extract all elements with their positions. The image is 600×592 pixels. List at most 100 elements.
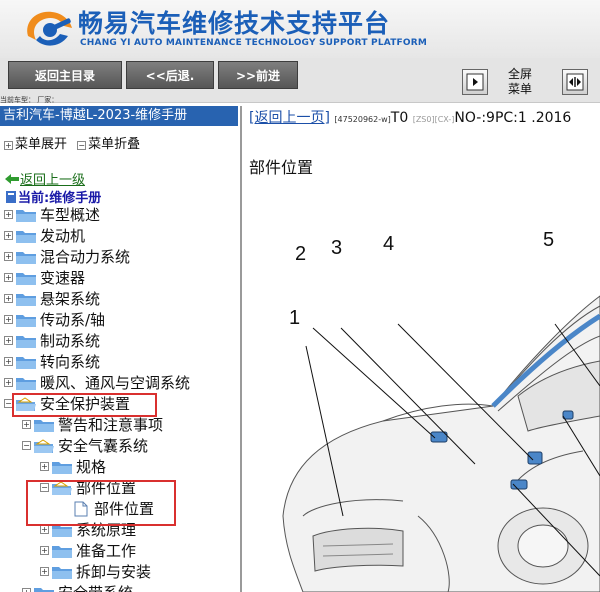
book-icon xyxy=(6,190,16,203)
expand-node-icon[interactable]: + xyxy=(4,336,13,345)
home-button[interactable]: 返回主目录 xyxy=(8,61,122,89)
t0-label: T0 xyxy=(390,110,409,126)
forward-button[interactable]: >>前进 xyxy=(218,61,298,89)
folder-icon xyxy=(34,587,54,592)
expand-node-icon[interactable]: + xyxy=(4,378,13,387)
vehicle-illustration xyxy=(282,295,600,592)
document-info-line: [返回上一页] [47520962-w]T0 [ZS0][CX-]NO-:9PC… xyxy=(249,107,571,127)
tree-item[interactable]: + 悬架系统 xyxy=(4,288,100,309)
collapse-all-icon[interactable]: − xyxy=(77,141,87,150)
folder-icon xyxy=(16,314,36,327)
tree-item[interactable]: + 混合动力系统 xyxy=(4,246,130,267)
document-code: [47520962-w] xyxy=(334,115,391,124)
tree-item[interactable]: + 车型概述 xyxy=(4,204,100,225)
tree-item-label: 转向系统 xyxy=(40,353,101,371)
tree-item[interactable]: − 安全气囊系统 xyxy=(22,435,148,456)
tree-item[interactable]: + 制动系统 xyxy=(4,330,100,351)
tree-item-label: 制动系统 xyxy=(40,332,101,350)
pane-divider[interactable] xyxy=(240,106,242,592)
open-folder-icon xyxy=(34,438,54,453)
expand-node-icon[interactable]: + xyxy=(22,420,31,429)
tree-item-label: 安全气囊系统 xyxy=(58,437,149,455)
folder-icon xyxy=(16,335,36,348)
expand-node-icon[interactable]: + xyxy=(4,315,13,324)
sidebar-toggle-icon xyxy=(466,73,484,91)
back-button[interactable]: <<后退. xyxy=(126,61,214,89)
tree-item-label: 准备工作 xyxy=(76,542,137,560)
tree-item[interactable]: + 发动机 xyxy=(4,225,85,246)
content-pane: [返回上一页] [47520962-w]T0 [ZS0][CX-]NO-:9PC… xyxy=(243,106,600,592)
expand-node-icon[interactable]: + xyxy=(40,546,49,555)
callout-4: 4 xyxy=(383,233,394,255)
folder-icon xyxy=(16,272,36,285)
app-window: 畅易汽车维修技术支持平台 CHANG YI AUTO MAINTENANCE T… xyxy=(0,0,600,592)
collapse-node-icon[interactable]: − xyxy=(22,441,31,450)
back-previous-page-link[interactable]: [返回上一页] xyxy=(249,110,330,126)
component-location-diagram: 1 2 3 4 5 xyxy=(282,229,600,592)
folder-icon xyxy=(52,566,72,579)
expand-all-icon[interactable]: + xyxy=(4,141,13,150)
expand-node-icon[interactable]: + xyxy=(40,525,49,534)
airbag-part-4 xyxy=(527,451,543,465)
tree-item-label: 传动系/轴 xyxy=(40,311,106,329)
expand-node-icon[interactable]: + xyxy=(4,210,13,219)
highlight-box-safety xyxy=(12,393,157,417)
tree-item-label: 安全带系统 xyxy=(58,582,133,592)
tree-item-label: 混合动力系统 xyxy=(40,248,131,266)
expand-node-icon[interactable]: + xyxy=(40,567,49,576)
callout-5: 5 xyxy=(543,229,554,251)
tree-item[interactable]: + 规格 xyxy=(40,456,106,477)
tree-item-label: 悬架系统 xyxy=(40,290,101,308)
back-up-link[interactable]: 返回上一级 xyxy=(4,169,85,188)
menu-expand-link[interactable]: 菜单展开 xyxy=(15,137,67,152)
tree-item[interactable]: + 准备工作 xyxy=(40,540,136,561)
folder-icon xyxy=(16,251,36,264)
tree-item[interactable]: + 变速器 xyxy=(4,267,85,288)
tree-item-label: 规格 xyxy=(76,458,107,476)
tree-item-label: 车型概述 xyxy=(40,206,101,224)
collapse-sidebar-button[interactable] xyxy=(462,69,488,95)
menu-collapse-link[interactable]: 菜单折叠 xyxy=(88,137,140,152)
menu-controls: + 菜单展开 − 菜单折叠 xyxy=(4,133,146,152)
highlight-box-component-location xyxy=(26,480,176,526)
folder-icon xyxy=(16,356,36,369)
folder-icon xyxy=(16,230,36,243)
fullscreen-icon xyxy=(566,73,584,91)
folder-icon xyxy=(52,545,72,558)
folder-icon xyxy=(16,209,36,222)
expand-node-icon[interactable]: + xyxy=(4,357,13,366)
tree-item[interactable]: + 警告和注意事项 xyxy=(22,414,163,435)
tree-item-label: 变速器 xyxy=(40,269,86,287)
back-arrow-icon xyxy=(5,173,19,184)
expand-node-icon[interactable]: + xyxy=(22,588,31,592)
expand-node-icon[interactable]: + xyxy=(4,231,13,240)
zs-code: [ZS0][CX-] xyxy=(412,115,455,124)
tree-item[interactable]: + 传动系/轴 xyxy=(4,309,105,330)
current-model-label: 当前车型： 厂家： xyxy=(0,96,59,104)
callout-1: 1 xyxy=(289,307,300,329)
expand-node-icon[interactable]: + xyxy=(4,252,13,261)
tree-item-label: 拆卸与安装 xyxy=(76,563,152,581)
callout-3: 3 xyxy=(331,237,342,259)
tree-item-label: 暖风、通风与空调系统 xyxy=(40,374,191,392)
folder-icon xyxy=(52,461,72,474)
header-banner: 畅易汽车维修技术支持平台 CHANG YI AUTO MAINTENANCE T… xyxy=(0,0,600,58)
folder-icon xyxy=(34,419,54,432)
expand-node-icon[interactable]: + xyxy=(40,462,49,471)
toolbar: 返回主目录 <<后退. >>前进 全屏 菜单 xyxy=(0,58,600,103)
fullscreen-button[interactable] xyxy=(562,69,588,95)
folder-icon xyxy=(16,293,36,306)
expand-node-icon[interactable]: + xyxy=(4,273,13,282)
expand-node-icon[interactable]: + xyxy=(4,294,13,303)
tree-item[interactable]: + 暖风、通风与空调系统 xyxy=(4,372,190,393)
fullscreen-menu-label[interactable]: 全屏 菜单 xyxy=(508,67,532,97)
tree-item[interactable]: + 安全带系统 xyxy=(22,582,133,592)
callout-2: 2 xyxy=(295,243,306,265)
logo-icon xyxy=(27,11,73,46)
tree-item[interactable]: + 转向系统 xyxy=(4,351,100,372)
no-text: NO-:9PC:1 .2016 xyxy=(454,110,572,126)
manual-title[interactable]: 吉利汽车-博越L-2023-维修手册 xyxy=(0,106,238,126)
folder-icon xyxy=(16,377,36,390)
tree-item-label: 警告和注意事项 xyxy=(58,416,164,434)
tree-item[interactable]: + 拆卸与安装 xyxy=(40,561,151,582)
